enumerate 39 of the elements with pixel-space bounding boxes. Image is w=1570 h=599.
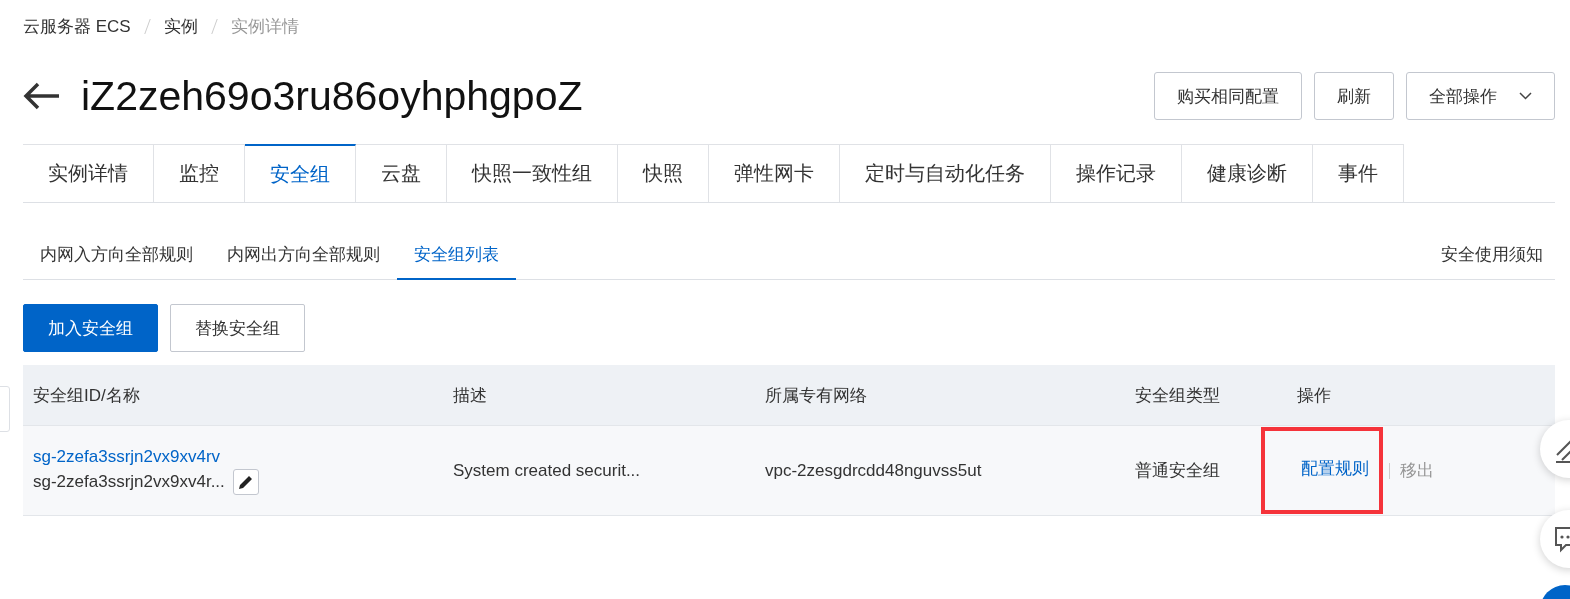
breadcrumb-item[interactable]: 实例	[163, 14, 198, 38]
table-cell-text: System created securit...	[452, 460, 642, 481]
tab[interactable]: 云盘	[356, 144, 447, 202]
edit-button[interactable]	[232, 468, 259, 495]
dropdown-button[interactable]: 全部操作	[1406, 72, 1555, 120]
tab[interactable]: 监控	[154, 144, 245, 202]
back-arrow-icon[interactable]	[23, 82, 61, 110]
column-header: 所属专有网络	[764, 384, 868, 407]
page-title: iZ2zeh69o3ru86oyhphgpoZ	[81, 72, 583, 120]
table-cell-text: 普通安全组	[1134, 460, 1221, 482]
column-header: 操作	[1296, 384, 1332, 407]
tab[interactable]: 安全组	[245, 144, 356, 202]
header-button[interactable]: 购买相同配置	[1154, 72, 1302, 120]
tab[interactable]: 操作记录	[1051, 144, 1182, 202]
tab[interactable]: 事件	[1313, 144, 1404, 202]
link[interactable]: sg-2zefa3ssrjn2vx9xv4rv	[33, 446, 443, 467]
tab[interactable]: 弹性网卡	[709, 144, 840, 202]
tab[interactable]: 快照	[618, 144, 709, 202]
subtab[interactable]: 内网出方向全部规则	[210, 230, 397, 280]
collapse-handle[interactable]	[0, 386, 10, 432]
tab[interactable]: 实例详情	[23, 144, 154, 202]
table-cell-text: vpc-2zesgdrcdd48nguvss5ut	[764, 460, 983, 481]
breadcrumb-item[interactable]: 云服务器 ECS	[23, 14, 131, 38]
subtab[interactable]: 安全组列表	[397, 230, 516, 280]
column-header: 安全组ID/名称	[32, 384, 141, 407]
chevron-down-icon	[1519, 92, 1532, 100]
primary-button[interactable]: 加入安全组	[23, 304, 158, 352]
tab[interactable]: 健康诊断	[1182, 144, 1313, 202]
toolbar-button[interactable]: 替换安全组	[170, 304, 305, 352]
breadcrumb-item: 实例详情	[230, 15, 299, 38]
column-header: 安全组类型	[1134, 384, 1221, 407]
subtab[interactable]: 内网入方向全部规则	[23, 230, 210, 280]
pencil-icon	[237, 473, 254, 490]
tab[interactable]: 定时与自动化任务	[840, 144, 1051, 202]
table-cell: sg-2zefa3ssrjn2vx9xv4r...	[33, 471, 225, 492]
tab[interactable]: 快照一致性组	[447, 144, 618, 202]
column-header: 描述	[452, 384, 488, 407]
header-button[interactable]: 刷新	[1314, 72, 1394, 120]
notice-link[interactable]: 安全使用须知	[1441, 243, 1555, 266]
